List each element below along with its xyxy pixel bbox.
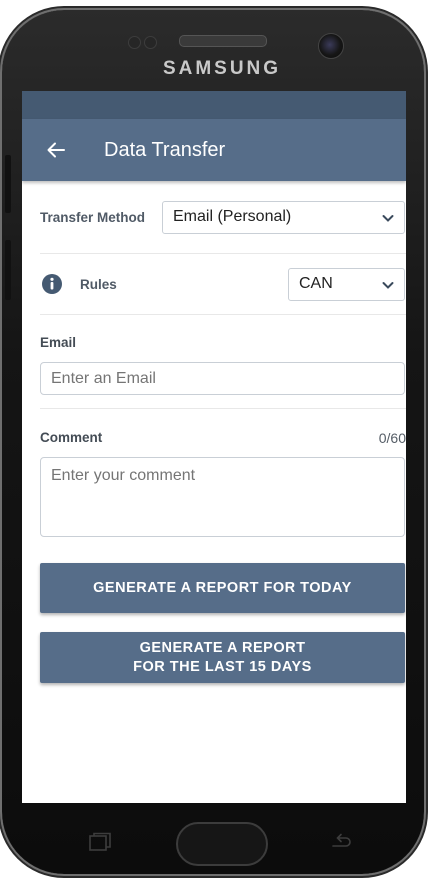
- info-icon[interactable]: [42, 274, 62, 294]
- front-camera-icon: [318, 33, 344, 59]
- email-input[interactable]: [40, 362, 405, 395]
- email-section: Email: [40, 315, 406, 409]
- volume-down-button: [5, 240, 11, 300]
- comment-label: Comment: [40, 430, 103, 445]
- email-label: Email: [40, 335, 77, 350]
- generate-report-today-label: GENERATE A REPORT FOR TODAY: [93, 580, 352, 596]
- comment-section: Comment 0/60: [40, 409, 406, 539]
- rules-value: CAN: [299, 275, 333, 292]
- recent-apps-icon[interactable]: [88, 832, 112, 852]
- rules-row: Rules CAN: [40, 254, 406, 315]
- chevron-down-icon: [382, 281, 394, 289]
- home-button[interactable]: [176, 822, 268, 866]
- rules-select[interactable]: CAN: [288, 267, 405, 301]
- back-nav-icon[interactable]: [329, 832, 353, 852]
- transfer-method-value: Email (Personal): [173, 208, 292, 225]
- transfer-method-row: Transfer Method Email (Personal): [40, 181, 406, 254]
- status-bar: [22, 91, 406, 119]
- generate-report-today-button[interactable]: GENERATE A REPORT FOR TODAY: [40, 563, 405, 613]
- generate-report-15-days-button[interactable]: GENERATE A REPORT FOR THE LAST 15 DAYS: [40, 632, 405, 683]
- earpiece-speaker: [179, 35, 267, 47]
- transfer-method-label: Transfer Method: [40, 209, 146, 225]
- light-sensor: [144, 36, 157, 49]
- comment-counter: 0/60: [378, 430, 406, 446]
- chevron-down-icon: [382, 214, 394, 222]
- app-bar: Data Transfer: [22, 119, 406, 181]
- brand-logo: SAMSUNG: [162, 58, 282, 79]
- app-screen: Data Transfer Transfer Method Email (Per…: [22, 91, 406, 803]
- proximity-sensor: [128, 36, 141, 49]
- volume-up-button: [5, 155, 11, 213]
- rules-label: Rules: [80, 276, 117, 292]
- generate-report-15-days-line2: FOR THE LAST 15 DAYS: [133, 659, 312, 675]
- arrow-left-icon[interactable]: [46, 140, 66, 160]
- form-content: Transfer Method Email (Personal) Rules C…: [22, 181, 406, 539]
- page-title: Data Transfer: [104, 138, 226, 161]
- generate-report-15-days-line1: GENERATE A REPORT: [139, 640, 306, 656]
- comment-textarea[interactable]: [40, 457, 405, 537]
- transfer-method-select[interactable]: Email (Personal): [162, 200, 405, 234]
